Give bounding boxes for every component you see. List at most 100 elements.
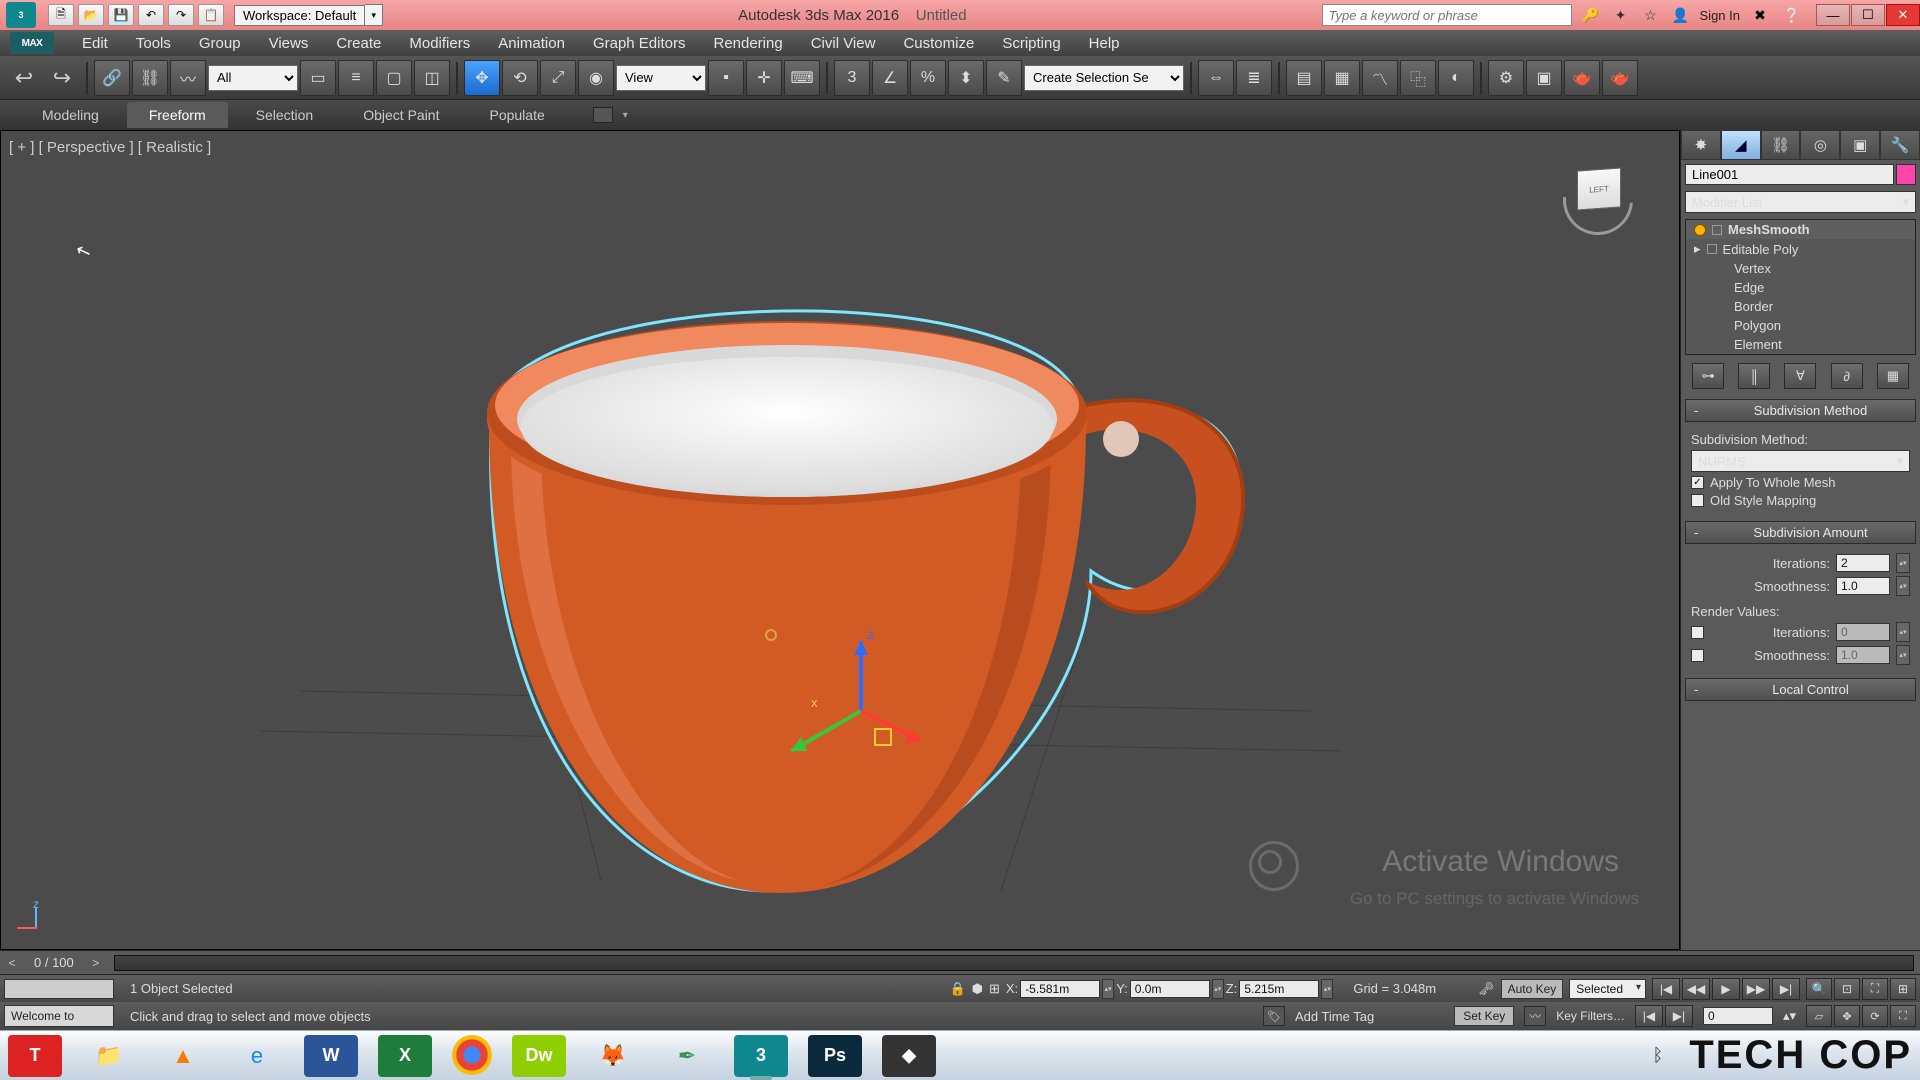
motion-tab-icon[interactable]: ◎ xyxy=(1800,130,1840,160)
nav-maximize-button[interactable]: ⛶ xyxy=(1890,1005,1916,1027)
goto-end-button[interactable]: ▶| xyxy=(1772,978,1800,1000)
lock-selection-icon[interactable]: 🔒 xyxy=(949,981,965,997)
render-iterative-button[interactable]: 🫖 xyxy=(1602,60,1638,96)
auto-key-button[interactable]: Auto Key xyxy=(1501,979,1564,999)
menu-group[interactable]: Group xyxy=(185,32,255,55)
help-icon[interactable]: ❔ xyxy=(1780,5,1804,25)
qat-new-icon[interactable]: 🗎 xyxy=(48,4,74,26)
menu-animation[interactable]: Animation xyxy=(484,32,579,55)
expand-icon[interactable] xyxy=(1712,225,1722,235)
exchange-icon[interactable]: ✖ xyxy=(1748,5,1772,25)
layer-explorer-button[interactable]: ▤ xyxy=(1286,60,1322,96)
bind-spacewarp-button[interactable]: 〰 xyxy=(170,60,206,96)
qat-redo-icon[interactable]: ↷ xyxy=(168,4,194,26)
menu-graph-editors[interactable]: Graph Editors xyxy=(579,32,700,55)
taskbar-app-app[interactable]: ◆ xyxy=(882,1035,936,1077)
frame-spinner[interactable]: ▴▾ xyxy=(1783,1008,1796,1024)
snap-toggle-button[interactable]: 3 xyxy=(834,60,870,96)
qat-open-icon[interactable]: 📂 xyxy=(78,4,104,26)
favorites-icon[interactable]: ☆ xyxy=(1640,5,1662,25)
select-by-name-button[interactable]: ≡ xyxy=(338,60,374,96)
window-minimize-button[interactable]: — xyxy=(1816,4,1850,26)
prev-frame-button[interactable]: ◀◀ xyxy=(1682,978,1710,1000)
expand-icon[interactable]: ▸ xyxy=(1694,241,1701,257)
rendered-frame-button[interactable]: ▣ xyxy=(1526,60,1562,96)
configure-sets-button[interactable]: ▦ xyxy=(1877,363,1909,389)
select-place-button[interactable]: ◉ xyxy=(578,60,614,96)
modifier-list-dropdown[interactable]: Modifier List▾ xyxy=(1685,191,1916,213)
modstack-item-edge[interactable]: Edge xyxy=(1686,278,1915,297)
modstack-item-vertex[interactable]: Vertex xyxy=(1686,259,1915,278)
timeline-track[interactable] xyxy=(114,955,1914,971)
app-icon[interactable]: 3 xyxy=(6,2,36,28)
subdiv-method-dropdown[interactable]: NURMS▾ xyxy=(1691,450,1910,472)
rollout-subdivision-method[interactable]: - Subdivision Method xyxy=(1685,399,1916,422)
link-button[interactable]: 🔗 xyxy=(94,60,130,96)
menu-modifiers[interactable]: Modifiers xyxy=(395,32,484,55)
next-frame-button[interactable]: ▶▶ xyxy=(1742,978,1770,1000)
infocenter-icon[interactable]: 🔑 xyxy=(1580,5,1602,25)
edit-named-sel-button[interactable]: ✎ xyxy=(986,60,1022,96)
smoothness-field[interactable]: 1.0 xyxy=(1836,577,1890,595)
qat-undo-icon[interactable]: ↶ xyxy=(138,4,164,26)
render-iterations-spinner[interactable]: ▴▾ xyxy=(1896,622,1910,642)
select-region-rect-button[interactable]: ▢ xyxy=(376,60,412,96)
select-rotate-button[interactable]: ⟲ xyxy=(502,60,538,96)
hierarchy-tab-icon[interactable]: ⛓ xyxy=(1761,130,1801,160)
current-frame-field[interactable]: 0 xyxy=(1703,1007,1773,1025)
ribbon-tab-object-paint[interactable]: Object Paint xyxy=(341,102,461,128)
user-icon[interactable]: 👤 xyxy=(1670,5,1692,25)
spinner-snap-button[interactable]: ⬍ xyxy=(948,60,984,96)
rollout-local-control[interactable]: - Local Control xyxy=(1685,678,1916,701)
key-filters-icon[interactable]: 〰 xyxy=(1524,1006,1546,1026)
key-filters-button[interactable]: Key Filters… xyxy=(1556,1009,1625,1023)
rollout-subdivision-amount[interactable]: - Subdivision Amount xyxy=(1685,521,1916,544)
taskbar-app-word[interactable]: W xyxy=(304,1035,358,1077)
ribbon-tab-freeform[interactable]: Freeform xyxy=(127,102,228,128)
schematic-view-button[interactable]: ⿻ xyxy=(1400,60,1436,96)
search-input[interactable] xyxy=(1322,4,1572,26)
add-time-tag-link[interactable]: Add Time Tag xyxy=(1295,1009,1374,1024)
timeline-left-icon[interactable]: < xyxy=(0,956,24,970)
render-smoothness-checkbox[interactable] xyxy=(1691,649,1704,662)
selection-filter-dropdown[interactable]: All xyxy=(208,65,298,91)
window-close-button[interactable]: ✕ xyxy=(1886,4,1920,26)
keyboard-shortcut-button[interactable]: ⌨ xyxy=(784,60,820,96)
create-tab-icon[interactable]: ✸ xyxy=(1681,130,1721,160)
goto-start-button[interactable]: |◀ xyxy=(1652,978,1680,1000)
x-coord-field[interactable]: -5.581m xyxy=(1020,980,1100,998)
time-slider[interactable]: < 0 / 100 > xyxy=(0,950,1920,974)
curve-editor-button[interactable]: 〽 xyxy=(1362,60,1398,96)
named-selection-dropdown[interactable]: Create Selection Se xyxy=(1024,65,1184,91)
modstack-item-polygon[interactable]: Polygon xyxy=(1686,316,1915,335)
menu-edit[interactable]: Edit xyxy=(68,32,122,55)
nav-pan-button[interactable]: ✥ xyxy=(1834,1005,1860,1027)
x-spinner[interactable]: ▴▾ xyxy=(1102,979,1114,999)
menu-civil-view[interactable]: Civil View xyxy=(797,32,890,55)
nav-fov-button[interactable]: ▱ xyxy=(1806,1005,1832,1027)
taskbar-app-excel[interactable]: X xyxy=(378,1035,432,1077)
y-spinner[interactable]: ▴▾ xyxy=(1212,979,1224,999)
time-tag-icon[interactable]: 🏷 xyxy=(1263,1006,1285,1026)
object-color-swatch[interactable] xyxy=(1896,164,1916,185)
nav-zoom-extents-all-button[interactable]: ⊞ xyxy=(1890,978,1916,1000)
menu-rendering[interactable]: Rendering xyxy=(699,32,796,55)
render-smoothness-field[interactable]: 1.0 xyxy=(1836,646,1890,664)
ribbon-tab-selection[interactable]: Selection xyxy=(234,102,336,128)
menu-views[interactable]: Views xyxy=(255,32,323,55)
mirror-button[interactable]: ⇔ xyxy=(1198,60,1234,96)
align-button[interactable]: ≣ xyxy=(1236,60,1272,96)
taskbar-app-chrome[interactable] xyxy=(452,1035,492,1075)
percent-snap-button[interactable]: % xyxy=(910,60,946,96)
viewport[interactable]: [ + ] [ Perspective ] [ Realistic ] ↖ xyxy=(0,130,1680,950)
old-style-mapping-checkbox[interactable] xyxy=(1691,494,1704,507)
modstack-item-editable-poly[interactable]: ▸Editable Poly xyxy=(1686,239,1915,259)
menu-tools[interactable]: Tools xyxy=(122,32,185,55)
taskbar-app-dreamweaver[interactable]: Dw xyxy=(512,1035,566,1077)
viewcube[interactable]: LEFT xyxy=(1553,155,1643,245)
ref-coord-dropdown[interactable]: View xyxy=(616,65,706,91)
utilities-tab-icon[interactable]: 🔧 xyxy=(1880,130,1920,160)
modstack-item-meshsmooth[interactable]: MeshSmooth xyxy=(1686,220,1915,239)
taskbar-app-photoshop[interactable]: Ps xyxy=(808,1035,862,1077)
z-coord-field[interactable]: 5.215m xyxy=(1239,980,1319,998)
